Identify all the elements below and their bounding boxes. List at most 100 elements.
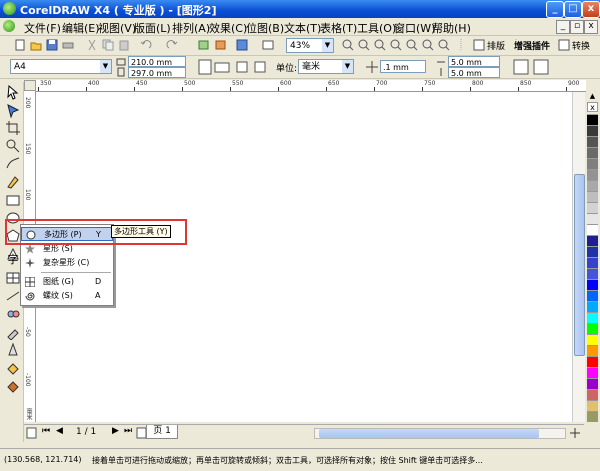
next-page-icon[interactable]: ▶ <box>112 426 119 436</box>
menu-edit[interactable]: 编辑(E) <box>62 20 100 36</box>
nudge-field[interactable]: .1 mm <box>380 60 426 73</box>
maximize-button[interactable]: □ <box>564 1 582 18</box>
color-swatch[interactable] <box>587 180 598 191</box>
menu-table[interactable]: 表格(T) <box>320 20 357 36</box>
duplicate-y-field[interactable]: 5.0 mm <box>448 67 500 78</box>
undo-icon[interactable] <box>140 39 152 51</box>
zoom-all-icon[interactable] <box>390 39 402 51</box>
color-swatch[interactable] <box>587 389 598 400</box>
convert-button[interactable]: 转换 <box>572 39 590 52</box>
color-swatch[interactable] <box>587 268 598 279</box>
export-icon[interactable] <box>214 39 226 51</box>
eyedropper-tool-icon[interactable] <box>5 324 21 340</box>
horizontal-scroll-thumb[interactable] <box>319 429 539 438</box>
last-page-icon[interactable]: ⏭ <box>124 426 132 436</box>
current-page-icon[interactable] <box>254 61 266 73</box>
open-folder-icon[interactable] <box>30 39 42 51</box>
zoom-in-icon[interactable] <box>342 39 354 51</box>
vertical-scroll-thumb[interactable] <box>574 174 585 356</box>
ruler-origin[interactable] <box>24 80 36 91</box>
insert-page-icon[interactable] <box>26 427 38 439</box>
color-swatch[interactable] <box>587 312 598 323</box>
zoom-tool-icon[interactable] <box>5 138 21 154</box>
flyout-item-spiral[interactable]: 螺纹 (S) A <box>21 289 113 303</box>
redo-icon[interactable] <box>166 39 178 51</box>
horizontal-scrollbar[interactable] <box>314 428 566 439</box>
color-swatch[interactable] <box>587 114 598 125</box>
paibian-button[interactable]: 排版 <box>487 39 505 52</box>
color-swatch[interactable] <box>587 191 598 202</box>
import-icon[interactable] <box>198 39 210 51</box>
no-color-swatch[interactable]: x <box>587 102 598 112</box>
zoom-height-icon[interactable] <box>438 39 450 51</box>
navigator-icon[interactable] <box>569 427 581 439</box>
color-swatch[interactable] <box>587 213 598 224</box>
application-launcher-icon[interactable] <box>236 39 248 51</box>
color-swatch[interactable] <box>587 246 598 257</box>
color-swatch[interactable] <box>587 345 598 356</box>
menu-effects[interactable]: 效果(C) <box>209 20 247 36</box>
page-width-field[interactable]: 210.0 mm <box>128 56 186 67</box>
horizontal-ruler[interactable]: 350 400 450 500 550 600 650 700 750 800 850 900 <box>36 80 586 92</box>
color-swatch[interactable] <box>587 158 598 169</box>
first-page-icon[interactable]: ⏮ <box>42 426 50 436</box>
duplicate-x-field[interactable]: 5.0 mm <box>448 56 500 67</box>
flyout-item-graph-paper[interactable]: 图纸 (G) D <box>21 275 113 289</box>
fill-tool-icon[interactable] <box>5 360 21 376</box>
mdi-restore-button[interactable]: ▫ <box>570 20 584 34</box>
paste-icon[interactable] <box>118 39 130 51</box>
shape-tool-icon[interactable] <box>5 102 21 118</box>
color-swatch[interactable] <box>587 257 598 268</box>
color-swatch[interactable] <box>587 400 598 411</box>
zoom-width-icon[interactable] <box>422 39 434 51</box>
color-swatch[interactable] <box>587 290 598 301</box>
cut-icon[interactable] <box>86 39 98 51</box>
color-swatch[interactable] <box>587 334 598 345</box>
color-swatch[interactable] <box>587 367 598 378</box>
table-tool-icon[interactable] <box>5 270 21 286</box>
color-swatch[interactable] <box>587 378 598 389</box>
menu-text[interactable]: 文本(T) <box>284 20 321 36</box>
color-swatch[interactable] <box>587 125 598 136</box>
menu-file[interactable]: 文件(F) <box>24 20 61 36</box>
color-swatch[interactable] <box>587 136 598 147</box>
color-swatch[interactable] <box>587 301 598 312</box>
color-swatch[interactable] <box>587 235 598 246</box>
page-size-dropdown[interactable]: A4 ▼ <box>10 59 112 74</box>
menu-help[interactable]: 帮助(H) <box>432 20 471 36</box>
all-pages-icon[interactable] <box>236 61 248 73</box>
text-tool-icon[interactable]: 字 <box>5 252 21 268</box>
color-swatch[interactable] <box>587 323 598 334</box>
blend-tool-icon[interactable] <box>5 306 21 322</box>
welcome-screen-icon[interactable] <box>262 39 274 51</box>
color-swatch[interactable] <box>587 279 598 290</box>
options-icon[interactable] <box>533 59 549 75</box>
mdi-close-button[interactable]: x <box>584 20 598 34</box>
color-swatch[interactable] <box>587 411 598 422</box>
crop-tool-icon[interactable] <box>5 120 21 136</box>
copy-icon[interactable] <box>102 39 114 51</box>
landscape-icon[interactable] <box>214 61 230 73</box>
zoom-level-dropdown[interactable]: 43% ▼ <box>286 38 334 53</box>
freehand-tool-icon[interactable] <box>5 156 21 172</box>
zoom-out-icon[interactable] <box>358 39 370 51</box>
menu-view[interactable]: 视图(V) <box>98 20 136 36</box>
previous-page-icon[interactable]: ◀ <box>56 426 63 436</box>
color-swatch[interactable] <box>587 147 598 158</box>
plugin-button[interactable]: 增强插件 <box>514 39 550 52</box>
document-icon[interactable] <box>3 20 15 32</box>
color-swatch[interactable] <box>587 356 598 367</box>
save-icon[interactable] <box>46 39 58 51</box>
minimize-button[interactable]: _ <box>546 1 564 18</box>
palette-scroll-up-icon[interactable]: ▲ <box>587 92 598 100</box>
menu-bitmaps[interactable]: 位图(B) <box>246 20 284 36</box>
zoom-page-icon[interactable] <box>406 39 418 51</box>
smart-fill-tool-icon[interactable] <box>5 174 21 190</box>
mdi-minimize-button[interactable]: _ <box>556 20 570 34</box>
page-tab-1[interactable]: 页 1 <box>146 425 178 439</box>
pick-tool-icon[interactable] <box>5 84 21 100</box>
menu-tools[interactable]: 工具(O) <box>357 20 396 36</box>
treat-as-filled-icon[interactable] <box>513 59 529 75</box>
page-height-field[interactable]: 297.0 mm <box>128 67 186 78</box>
color-swatch[interactable] <box>587 169 598 180</box>
